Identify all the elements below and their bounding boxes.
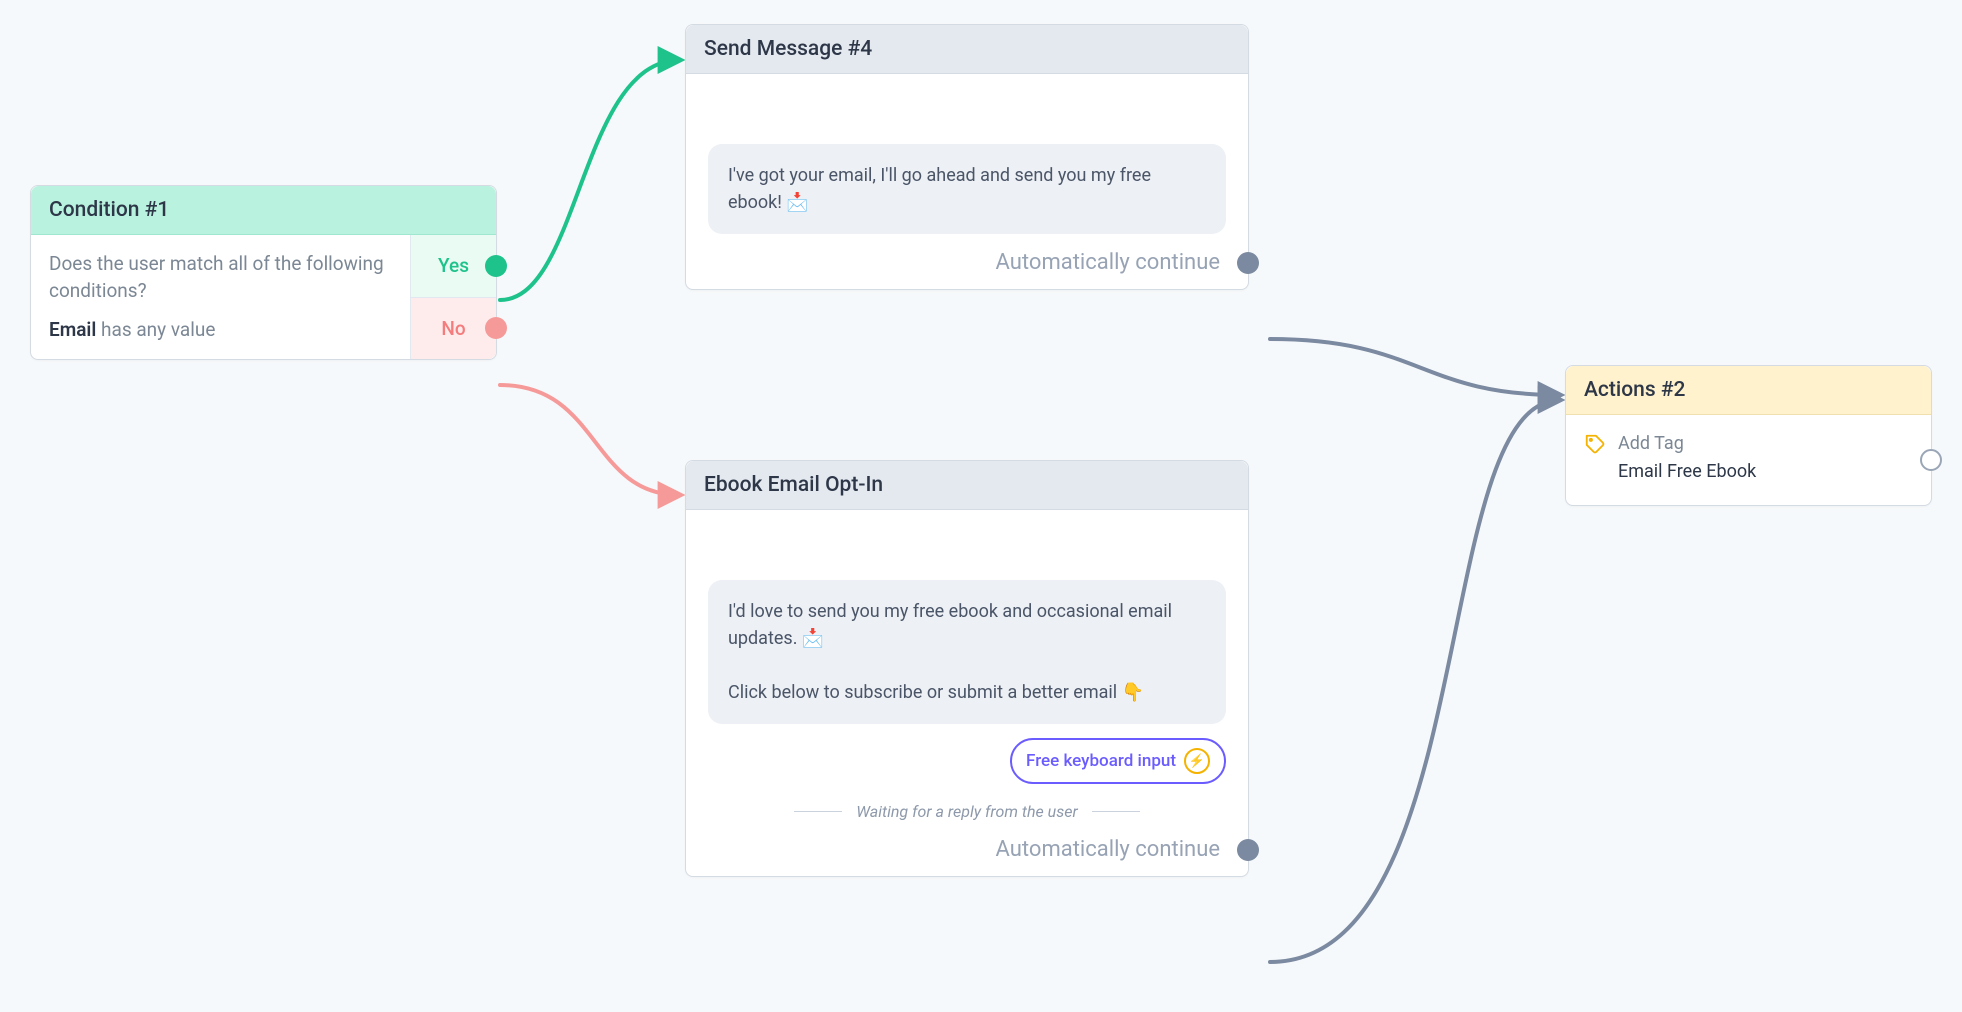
action-value: Email Free Ebook <box>1618 459 1756 485</box>
free-keyboard-input-chip[interactable]: Free keyboard input ⚡ <box>1010 738 1226 784</box>
condition-node[interactable]: Condition #1 Does the user match all of … <box>30 185 497 360</box>
optin-bubble-line2: Click below to subscribe or submit a bet… <box>728 682 1144 703</box>
condition-rule-operator: has any value <box>101 318 215 341</box>
flow-canvas[interactable]: Condition #1 Does the user match all of … <box>0 0 1962 1012</box>
yes-output-port[interactable] <box>485 255 507 277</box>
optin-auto-continue-label: Automatically continue <box>996 837 1220 862</box>
action-label: Add Tag <box>1618 433 1684 454</box>
message-bubble: I've got your email, I'll go ahead and s… <box>708 144 1226 234</box>
tag-icon <box>1584 433 1606 459</box>
no-output-port[interactable] <box>485 317 507 339</box>
waiting-text: Waiting for a reply from the user <box>856 802 1077 821</box>
send-message-title: Send Message #4 <box>686 25 1248 74</box>
optin-output-port[interactable] <box>1237 839 1259 861</box>
optin-auto-continue-row[interactable]: Automatically continue <box>708 837 1226 862</box>
condition-question: Does the user match all of the following… <box>49 251 392 304</box>
waiting-indicator: Waiting for a reply from the user <box>708 802 1226 821</box>
condition-branch-yes[interactable]: Yes <box>411 235 496 298</box>
condition-rule: Email has any value <box>49 318 392 341</box>
optin-bubble-line1: I'd love to send you my free ebook and o… <box>728 601 1172 649</box>
no-label: No <box>441 317 465 340</box>
optin-node[interactable]: Ebook Email Opt-In I'd love to send you … <box>685 460 1249 877</box>
actions-title: Actions #2 <box>1566 366 1931 415</box>
condition-rule-field: Email <box>49 318 96 341</box>
actions-output-port[interactable] <box>1920 449 1942 471</box>
actions-node[interactable]: Actions #2 Add Tag Email Free Ebook <box>1565 365 1932 506</box>
auto-continue-row[interactable]: Automatically continue <box>708 250 1226 275</box>
condition-title: Condition #1 <box>31 186 496 235</box>
optin-bubble: I'd love to send you my free ebook and o… <box>708 580 1226 724</box>
auto-continue-label: Automatically continue <box>996 250 1220 275</box>
send-message-node[interactable]: Send Message #4 I've got your email, I'l… <box>685 24 1249 290</box>
chip-label: Free keyboard input <box>1026 751 1176 771</box>
yes-label: Yes <box>438 254 469 277</box>
optin-title: Ebook Email Opt-In <box>686 461 1248 510</box>
bolt-icon: ⚡ <box>1184 748 1210 774</box>
condition-branch-no[interactable]: No <box>411 298 496 360</box>
send-message-output-port[interactable] <box>1237 252 1259 274</box>
